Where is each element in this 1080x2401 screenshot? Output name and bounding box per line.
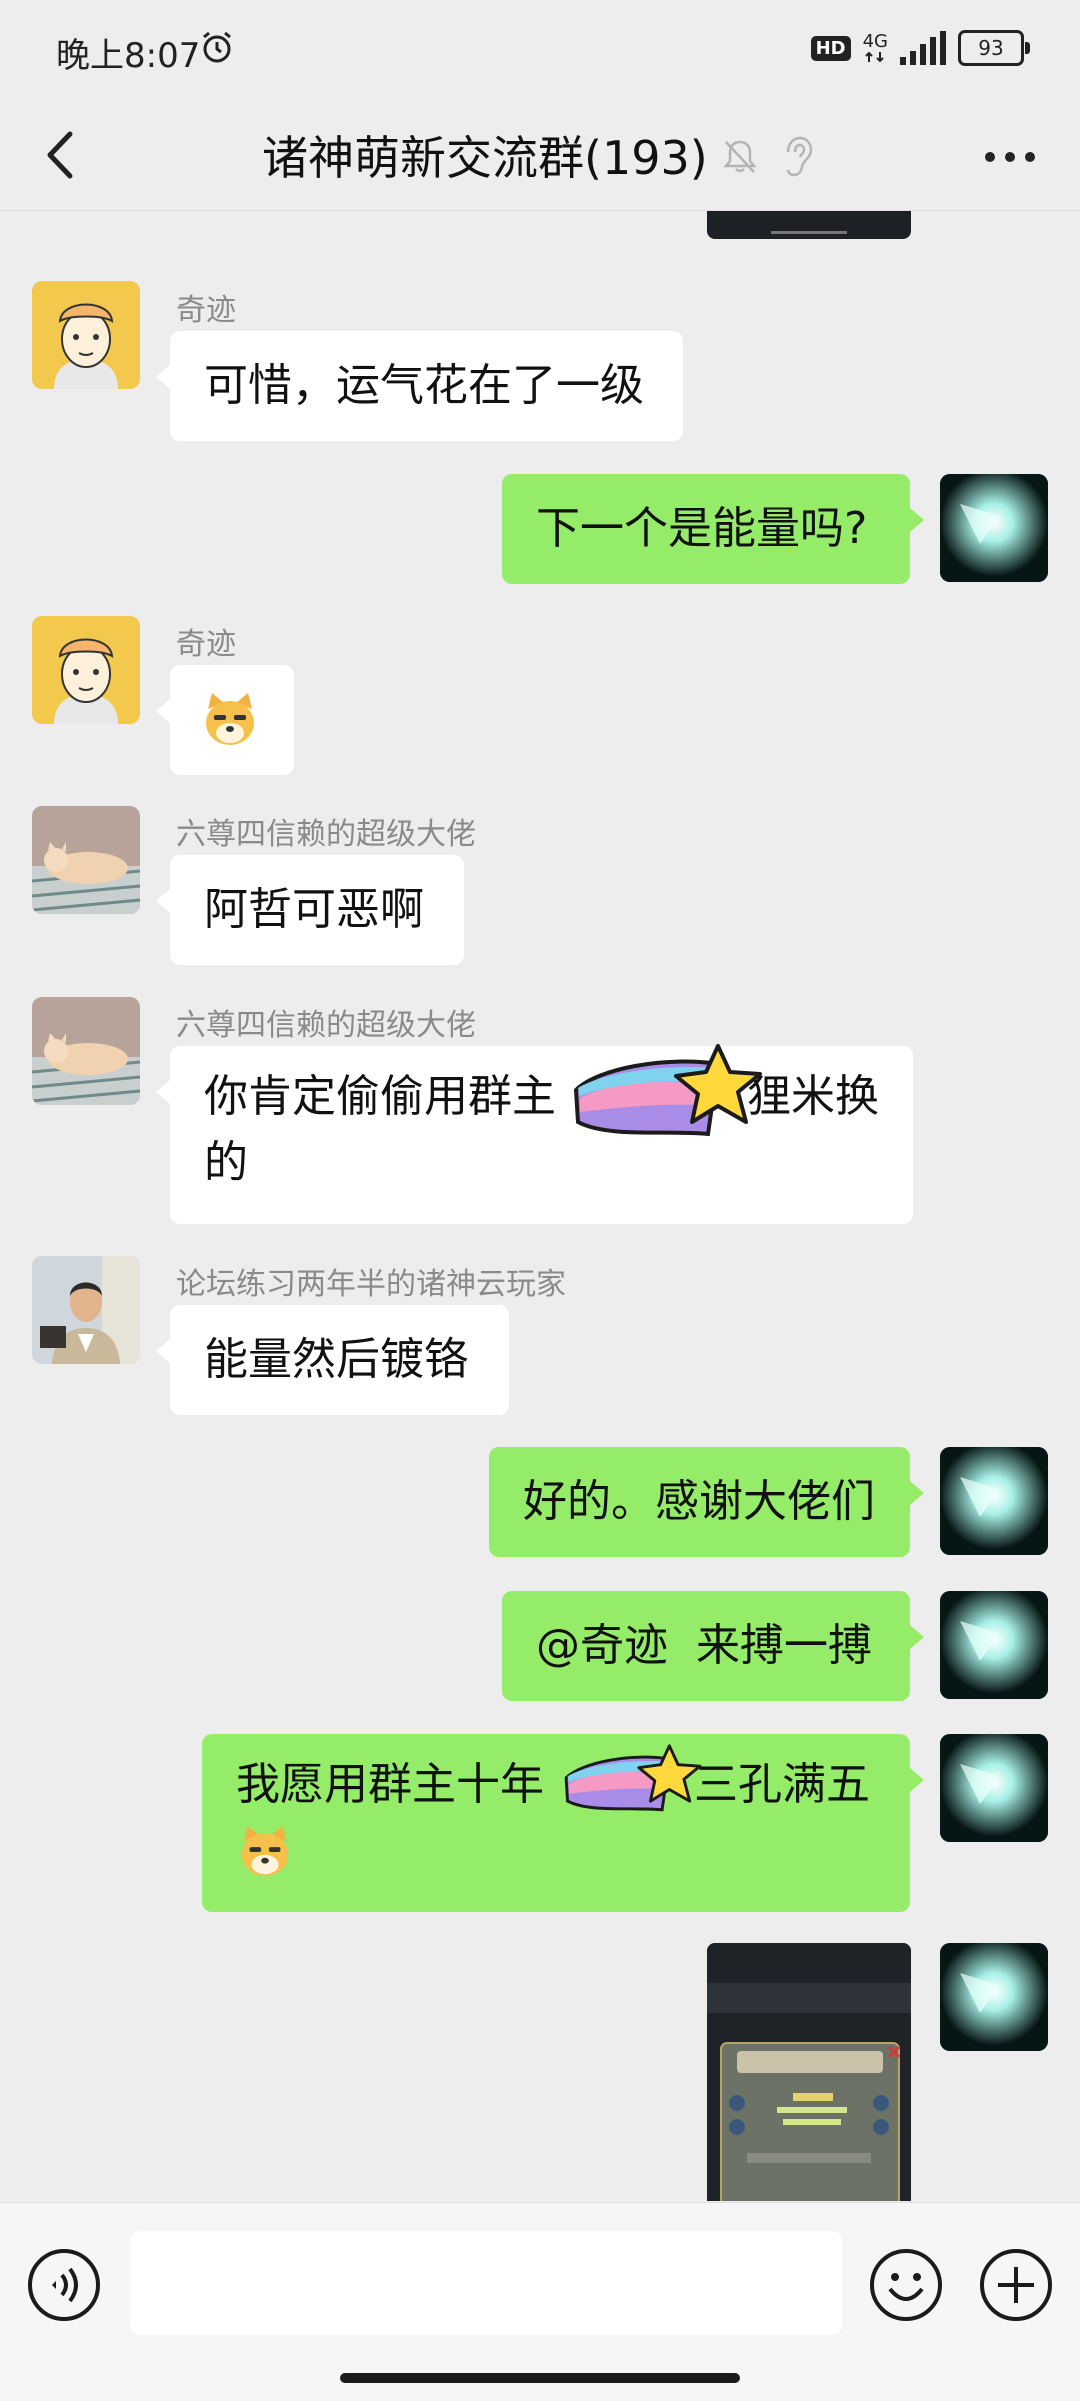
doge-emoji-icon [206,693,254,745]
cartoon-avatar-icon [32,616,140,724]
avatar-player[interactable] [32,1256,140,1364]
sender-name: 六尊四信赖的超级大佬 [176,817,476,852]
shooting-star-censor-icon [573,1044,762,1137]
message-input[interactable] [130,2231,842,2335]
message-list[interactable]: 奇迹 可惜，运气花在了一级 下一个是能量吗? 奇迹 六尊四信赖的超级大佬 阿哲可… [0,211,1080,2201]
light-avatar-icon [940,1591,1048,1699]
cat-photo-avatar-icon [32,997,140,1105]
voice-input-button[interactable] [26,2247,102,2323]
chat-header: 诸神萌新交流群(193) [0,100,1080,211]
message-text: 下一个是能量吗? [536,503,868,554]
input-bar [0,2202,1080,2401]
light-avatar-icon [940,1447,1048,1555]
avatar-cat[interactable] [32,997,140,1105]
emoji-button[interactable] [868,2247,944,2323]
status-indicators: HD 4G 93 [810,30,1030,66]
sender-name: 六尊四信赖的超级大佬 [176,1008,476,1043]
avatar-self[interactable] [940,1591,1048,1699]
image-message[interactable] [707,1943,911,2201]
light-avatar-icon [940,474,1048,582]
message-text: 阿哲可恶啊 [204,884,424,935]
mute-notifications-icon [723,140,757,173]
sender-name: 论坛练习两年半的诸神云玩家 [176,1267,566,1302]
status-bar: 晚上8:07 HD 4G 93 [0,0,1080,100]
message-bubble[interactable]: 能量然后镀铬 [156,1305,509,1415]
message-text: @奇迹 来搏一搏 [536,1620,872,1671]
emoji-message-bubble[interactable] [156,665,294,775]
light-avatar-icon [940,1734,1048,1842]
message-bubble[interactable]: 可惜，运气花在了一级 [156,331,683,441]
light-avatar-icon [940,1943,1048,2051]
network-type: 4G [862,31,888,52]
data-arrows-icon [865,51,885,63]
battery-indicator: 93 [958,30,1030,66]
person-photo-avatar-icon [32,1256,140,1364]
home-indicator[interactable] [340,2373,740,2383]
message-bubble[interactable]: 阿哲可恶啊 [156,855,464,965]
avatar-cat[interactable] [32,806,140,914]
message-text-part: 三孔满五 [694,1759,870,1810]
earpiece-mode-icon [786,136,813,177]
message-text: 可惜，运气花在了一级 [204,360,644,411]
cat-photo-avatar-icon [32,806,140,914]
sender-name: 奇迹 [176,293,236,328]
signal-icon [900,31,946,65]
doge-emoji-icon [241,1825,289,1877]
message-text-part: 我愿用群主十年 [236,1759,544,1810]
back-button[interactable] [28,120,98,190]
message-text-part: 你肯定偷偷用群主 [204,1071,556,1122]
message-text: 好的。感谢大佬们 [523,1476,875,1527]
shooting-star-censor-icon [564,1744,702,1812]
cartoon-avatar-icon [32,281,140,389]
game-screenshot-thumbnail [707,1943,911,2201]
avatar-qiji[interactable] [32,616,140,724]
message-bubble-self[interactable]: 我愿用群主十年 三孔满五 [202,1734,924,1912]
chat-title: 诸神萌新交流群(193) [262,131,708,185]
more-functions-button[interactable] [978,2247,1054,2323]
status-time: 晚上8:07 [56,36,201,76]
more-options-button[interactable] [970,122,1050,192]
message-text-line2: 的 [204,1137,248,1188]
message-bubble-self[interactable]: 好的。感谢大佬们 [489,1447,924,1557]
message-bubble-self[interactable]: @奇迹 来搏一搏 [502,1591,924,1701]
avatar-self[interactable] [940,1943,1048,2051]
hd-badge: HD [810,35,851,61]
image-message-partial[interactable] [707,211,911,239]
avatar-self[interactable] [940,1447,1048,1555]
message-bubble-self[interactable]: 下一个是能量吗? [502,474,924,584]
avatar-self[interactable] [940,1734,1048,1842]
network-indicator: 4G [863,33,888,63]
message-text: 能量然后镀铬 [204,1334,468,1385]
avatar-self[interactable] [940,474,1048,582]
avatar-qiji[interactable] [32,281,140,389]
message-bubble[interactable]: 你肯定偷偷用群主 狸米换 的 [156,1044,913,1224]
sender-name: 奇迹 [176,627,236,662]
alarm-icon [203,31,231,63]
